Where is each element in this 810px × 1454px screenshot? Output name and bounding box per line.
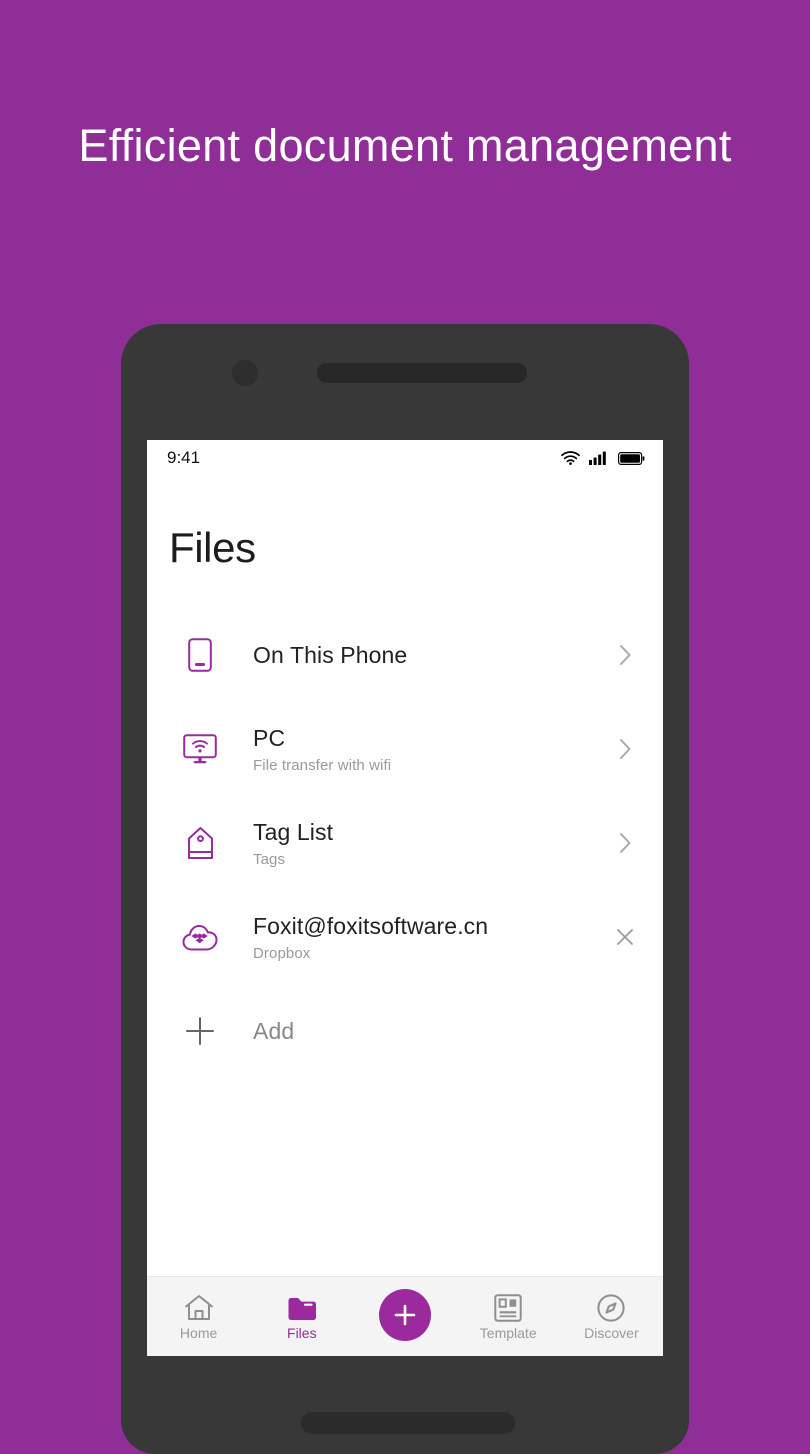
create-fab-button[interactable] <box>379 1288 431 1341</box>
list-item-text: PC File transfer with wifi <box>227 724 605 774</box>
chevron-right-icon[interactable] <box>605 738 645 760</box>
template-icon <box>494 1292 522 1322</box>
status-icons <box>561 451 645 465</box>
list-item-text: Tag List Tags <box>227 818 605 868</box>
nav-item-home[interactable]: Home <box>147 1277 250 1356</box>
status-time: 9:41 <box>167 448 201 467</box>
list-item-pc[interactable]: PC File transfer with wifi <box>147 702 663 796</box>
fab-container <box>353 1277 456 1356</box>
list-item-text: Add <box>227 1017 605 1046</box>
nav-item-discover[interactable]: Discover <box>560 1277 663 1356</box>
nav-item-label: Discover <box>584 1325 639 1341</box>
wifi-icon <box>561 451 580 465</box>
earpiece-speaker <box>317 363 527 383</box>
nav-item-label: Template <box>479 1325 537 1341</box>
list-item-title: Add <box>253 1017 295 1044</box>
list-item-dropbox-account[interactable]: Foxit@foxitsoftware.cn Dropbox <box>147 890 663 984</box>
folder-icon <box>287 1292 317 1322</box>
tag-icon <box>173 826 227 860</box>
file-source-list: On This Phone PC File transfer with wifi… <box>147 608 663 1078</box>
nav-item-label: Home <box>179 1325 218 1341</box>
list-item-text: Foxit@foxitsoftware.cn Dropbox <box>227 912 605 962</box>
list-item-on-this-phone[interactable]: On This Phone <box>147 608 663 702</box>
plus-icon <box>394 1304 416 1325</box>
list-item-subtitle: Dropbox <box>253 944 311 962</box>
battery-icon <box>618 451 645 465</box>
list-item-subtitle: File transfer with wifi <box>253 756 392 774</box>
list-item-title: PC <box>253 725 286 752</box>
close-icon[interactable] <box>605 927 645 947</box>
list-item-title: On This Phone <box>253 641 408 668</box>
phone-device-frame: 9:41 Files On This Phone PC File transfe… <box>121 324 689 1454</box>
nav-item-template[interactable]: Template <box>457 1277 560 1356</box>
home-button[interactable] <box>301 1412 515 1434</box>
nav-item-files[interactable]: Files <box>250 1277 353 1356</box>
page-headline: Efficient document management <box>78 120 732 171</box>
page-title: Files <box>169 524 256 571</box>
front-camera-icon <box>232 360 258 386</box>
nav-item-label: Files <box>287 1325 317 1341</box>
chevron-right-icon[interactable] <box>605 832 645 854</box>
list-item-add[interactable]: Add <box>147 984 663 1078</box>
phone-screen: 9:41 Files On This Phone PC File transfe… <box>147 440 663 1356</box>
list-item-title: Foxit@foxitsoftware.cn <box>253 913 489 940</box>
phone-icon <box>173 638 227 672</box>
list-item-title: Tag List <box>253 819 334 846</box>
bottom-navigation-bar: Home Files Template Discover <box>147 1276 663 1356</box>
dropbox-cloud-icon <box>173 922 227 952</box>
monitor-wifi-icon <box>173 734 227 764</box>
list-item-tag-list[interactable]: Tag List Tags <box>147 796 663 890</box>
compass-icon <box>597 1292 626 1322</box>
status-bar: 9:41 <box>147 440 663 476</box>
cellular-signal-icon <box>589 451 606 465</box>
list-item-subtitle: Tags <box>253 850 286 868</box>
list-item-text: On This Phone <box>227 641 605 670</box>
home-icon <box>184 1292 214 1322</box>
chevron-right-icon[interactable] <box>605 644 645 666</box>
plus-icon <box>173 1015 227 1047</box>
